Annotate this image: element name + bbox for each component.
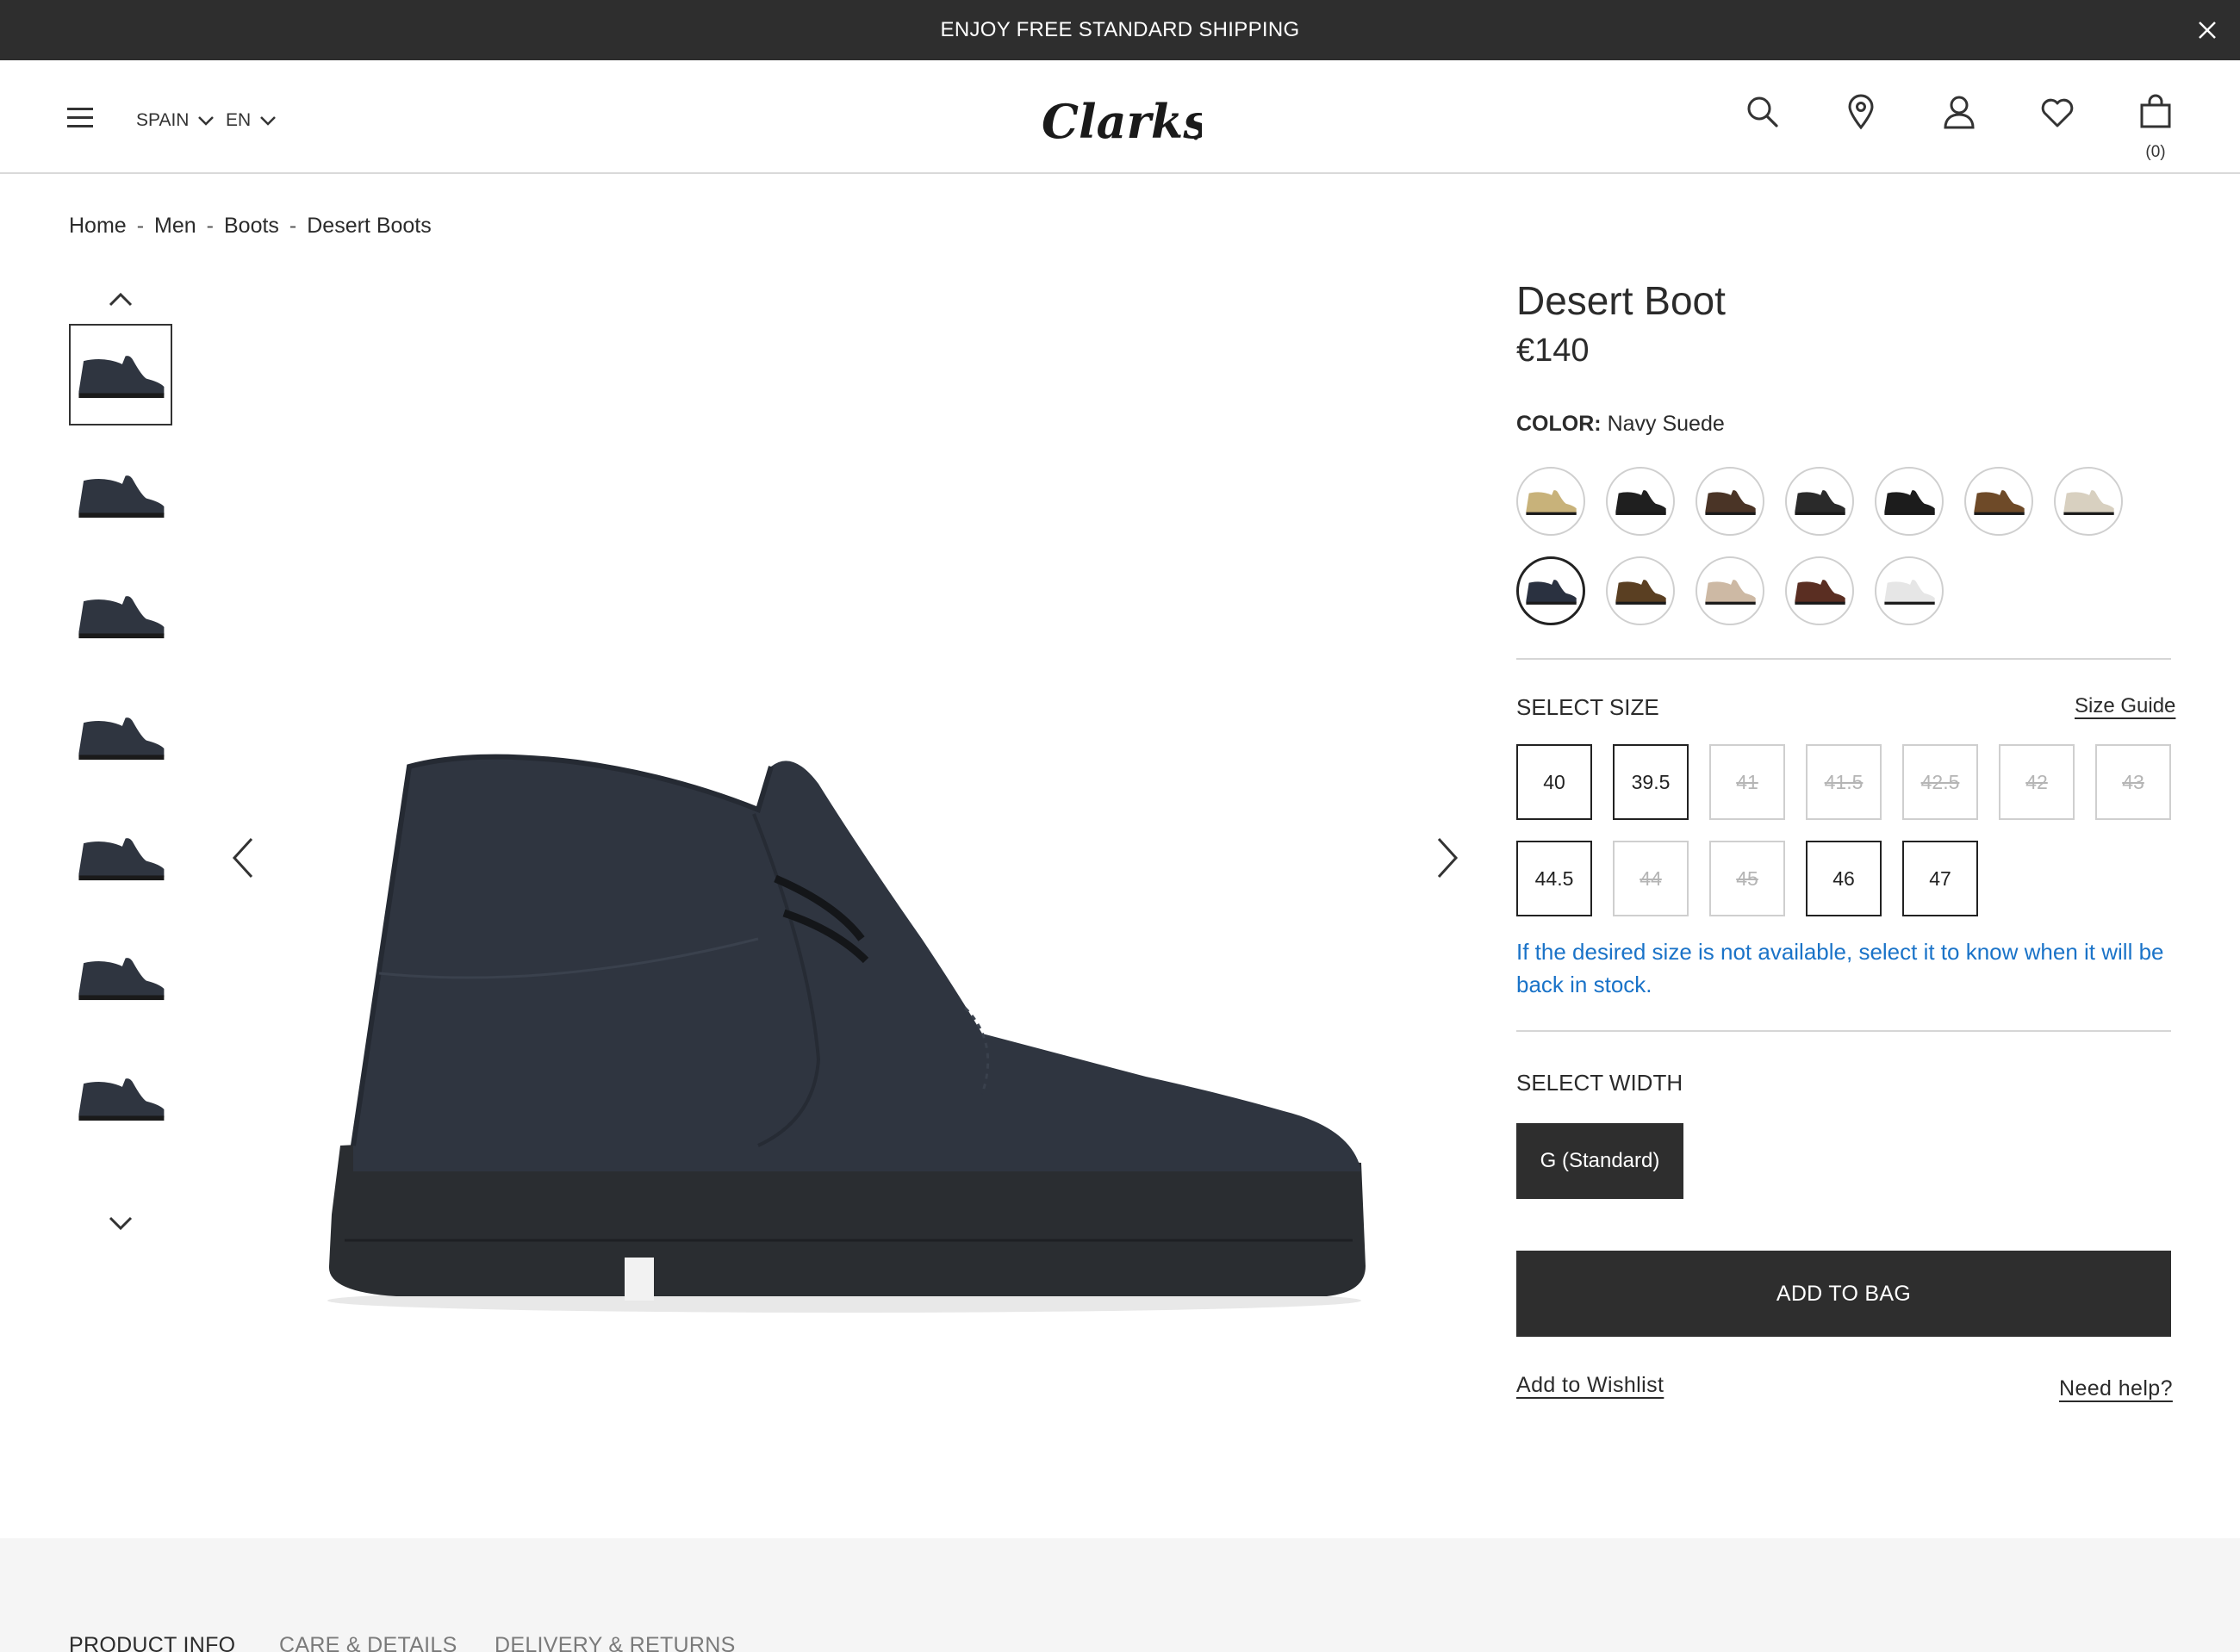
- width-option-button[interactable]: G (Standard): [1516, 1123, 1683, 1199]
- chevron-right-icon[interactable]: [1430, 834, 1465, 882]
- size-option[interactable]: 42.5: [1902, 744, 1978, 820]
- chevron-down-icon[interactable]: [105, 1213, 136, 1233]
- size-option[interactable]: 42: [1999, 744, 2075, 820]
- promo-text: ENJOY FREE STANDARD SHIPPING: [940, 18, 1300, 41]
- site-header: SPAIN EN Clarks (0): [0, 60, 2240, 174]
- chevron-down-icon: [198, 116, 215, 126]
- breadcrumb-boots[interactable]: Boots: [224, 214, 279, 239]
- color-label: COLOR: Navy Suede: [1516, 412, 1725, 437]
- color-swatch[interactable]: [1696, 556, 1764, 625]
- divider: [1516, 1030, 2171, 1032]
- main-product-image: [327, 754, 1366, 1313]
- size-option[interactable]: 47: [1902, 841, 1978, 916]
- chevron-left-icon[interactable]: [226, 834, 260, 882]
- color-swatch[interactable]: [2054, 467, 2123, 536]
- breadcrumb-separator: -: [289, 214, 297, 238]
- stock-note: If the desired size is not available, se…: [1516, 939, 2164, 997]
- size-option[interactable]: 41: [1709, 744, 1785, 820]
- svg-text:Clarks: Clarks: [1042, 94, 1202, 149]
- tab-care-details[interactable]: CARE & DETAILS: [279, 1633, 457, 1652]
- color-swatch[interactable]: [1606, 467, 1675, 536]
- country-label: SPAIN: [136, 110, 190, 130]
- color-swatch[interactable]: [1696, 467, 1764, 536]
- select-size-label: SELECT SIZE: [1516, 694, 1659, 720]
- location-pin-icon[interactable]: [1842, 93, 1880, 131]
- add-to-bag-button[interactable]: ADD TO BAG: [1516, 1251, 2171, 1337]
- product-thumbnail[interactable]: [69, 806, 172, 908]
- need-help-link[interactable]: Need help?: [2059, 1376, 2173, 1401]
- color-swatch[interactable]: [1785, 556, 1854, 625]
- language-label: EN: [226, 110, 252, 130]
- user-icon[interactable]: [1940, 93, 1978, 131]
- color-swatch[interactable]: [1875, 467, 1944, 536]
- add-to-wishlist-link[interactable]: Add to Wishlist: [1516, 1373, 1664, 1398]
- breadcrumb-men[interactable]: Men: [154, 214, 196, 239]
- chevron-up-icon[interactable]: [105, 289, 136, 310]
- size-option[interactable]: 39.5: [1613, 744, 1689, 820]
- shopping-bag-icon[interactable]: [2137, 93, 2175, 131]
- size-option[interactable]: 44.5: [1516, 841, 1592, 916]
- heart-icon[interactable]: [2038, 93, 2076, 131]
- hamburger-menu-icon[interactable]: [67, 108, 93, 128]
- color-value: Navy Suede: [1607, 412, 1725, 436]
- country-selector[interactable]: SPAIN: [136, 110, 215, 131]
- product-thumbnail[interactable]: [69, 686, 172, 787]
- size-option[interactable]: 46: [1806, 841, 1882, 916]
- breadcrumb-separator: -: [206, 214, 214, 238]
- select-width-label: SELECT WIDTH: [1516, 1070, 1683, 1096]
- breadcrumb: Home - Men - Boots - Desert Boots: [69, 214, 432, 239]
- product-thumbnail[interactable]: [69, 444, 172, 545]
- breadcrumb-separator: -: [136, 214, 145, 238]
- size-option[interactable]: 40: [1516, 744, 1592, 820]
- color-swatch[interactable]: [1875, 556, 1944, 625]
- tab-delivery-returns[interactable]: DELIVERY & RETURNS: [495, 1633, 736, 1652]
- language-selector[interactable]: EN: [226, 110, 277, 131]
- divider: [1516, 658, 2171, 660]
- color-label-title: COLOR:: [1516, 412, 1602, 436]
- color-swatch[interactable]: [1606, 556, 1675, 625]
- color-swatch[interactable]: [1964, 467, 2033, 536]
- tab-product-info[interactable]: PRODUCT INFO: [69, 1633, 235, 1652]
- size-guide-link[interactable]: Size Guide: [2075, 694, 2175, 718]
- color-swatch[interactable]: [1516, 556, 1585, 625]
- product-thumbnail[interactable]: [69, 564, 172, 666]
- product-price: €140: [1516, 332, 1590, 369]
- size-option[interactable]: 43: [2095, 744, 2171, 820]
- product-thumbnail[interactable]: [69, 1046, 172, 1148]
- search-icon[interactable]: [1744, 93, 1782, 131]
- chevron-down-icon: [260, 116, 277, 126]
- breadcrumb-home[interactable]: Home: [69, 214, 127, 239]
- clarks-logo[interactable]: Clarks: [1038, 93, 1202, 153]
- color-swatch[interactable]: [1516, 467, 1585, 536]
- size-option[interactable]: 45: [1709, 841, 1785, 916]
- promo-bar: ENJOY FREE STANDARD SHIPPING: [0, 0, 2240, 60]
- size-option[interactable]: 44: [1613, 841, 1689, 916]
- product-thumbnail[interactable]: [69, 324, 172, 425]
- bag-count: (0): [2145, 143, 2166, 161]
- product-thumbnail[interactable]: [69, 926, 172, 1028]
- color-swatch[interactable]: [1785, 467, 1854, 536]
- breadcrumb-desert-boots[interactable]: Desert Boots: [307, 214, 432, 239]
- product-title: Desert Boot: [1516, 278, 1726, 323]
- close-icon[interactable]: [2193, 16, 2221, 44]
- size-option[interactable]: 41.5: [1806, 744, 1882, 820]
